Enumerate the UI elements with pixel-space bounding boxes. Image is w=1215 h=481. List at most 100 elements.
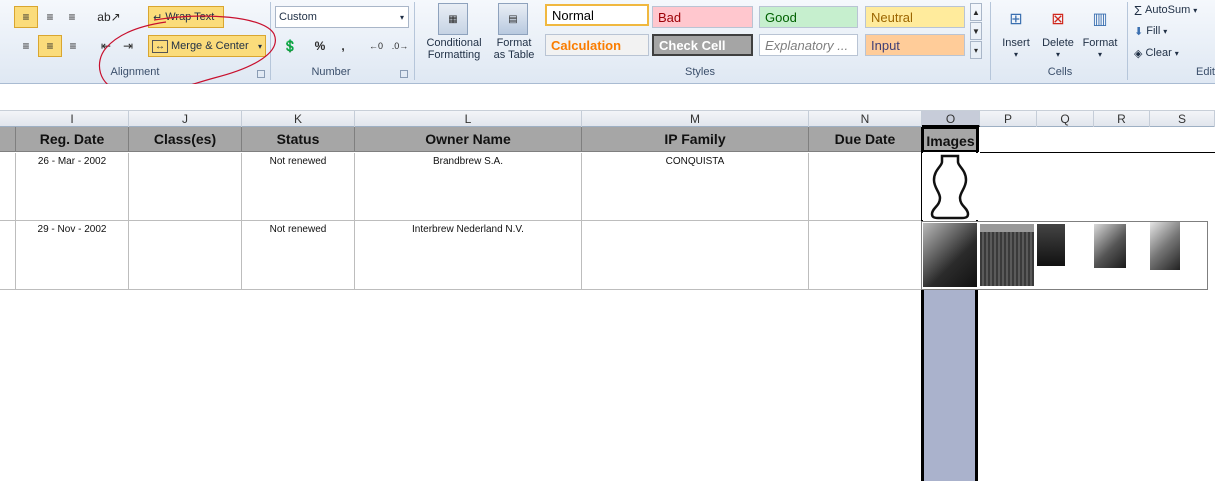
table-cell-classes[interactable] (129, 153, 242, 221)
table-cell-due-date[interactable] (809, 221, 922, 290)
header-cell[interactable]: Images (922, 127, 979, 152)
chevron-down-icon: ▾ (1013, 50, 1018, 59)
table-cell-status[interactable]: Not renewed (242, 221, 355, 290)
number-launcher-icon[interactable] (400, 70, 408, 78)
styles-group-label: Styles (685, 66, 715, 78)
column-header-r[interactable]: R (1094, 111, 1150, 127)
format-label: Format (1082, 37, 1118, 49)
format-button[interactable]: Format ▾ (1078, 37, 1122, 61)
chevron-down-icon: ▾ (1055, 50, 1060, 59)
decrease-decimal-icon[interactable]: .0→ (389, 36, 411, 56)
cell-style-3[interactable]: Neutral (865, 6, 965, 28)
clear-button[interactable]: ◈ Clear ▾ (1134, 45, 1179, 61)
formula-bar[interactable] (0, 84, 1215, 111)
column-header-j[interactable]: J (129, 111, 242, 127)
delete-label: Delete (1042, 37, 1074, 49)
column-header-p[interactable]: P (980, 111, 1037, 127)
conditional-formatting-icon[interactable]: ▦ (438, 3, 468, 35)
column-header-k[interactable]: K (242, 111, 355, 127)
table-cell-classes[interactable] (129, 221, 242, 290)
table-cell-due-date[interactable] (809, 153, 922, 221)
cooler-image-3[interactable] (1037, 224, 1065, 266)
table-cell[interactable] (0, 221, 16, 290)
table-cell-reg-date[interactable]: 26 - Mar - 2002 (16, 153, 129, 221)
delete-button[interactable]: Delete ▾ (1038, 37, 1078, 61)
cooler-image-2[interactable] (980, 224, 1034, 286)
format-as-table-icon[interactable]: ▤ (498, 3, 528, 35)
gallery-scroll-down-icon[interactable]: ▼ (970, 22, 982, 40)
conditional-formatting-button[interactable]: Conditional Formatting (418, 37, 490, 61)
header-cell[interactable]: Status (242, 127, 355, 152)
comma-button[interactable]: , (335, 36, 351, 56)
header-cell[interactable]: Due Date (809, 127, 922, 152)
align-top-icon[interactable]: ≡ (14, 6, 38, 28)
column-header-q[interactable]: Q (1037, 111, 1094, 127)
column-header-i[interactable]: I (16, 111, 129, 127)
column-header-l[interactable]: L (355, 111, 582, 127)
align-bottom-icon[interactable]: ≡ (62, 6, 82, 28)
cell-style-1[interactable]: Bad (652, 6, 753, 28)
autosum-label: AutoSum (1145, 4, 1191, 16)
cooler-image-1[interactable] (923, 223, 977, 287)
gallery-more-icon[interactable]: ▾ (970, 41, 982, 59)
chevron-down-icon: ▾ (1193, 5, 1198, 15)
insert-cells-icon[interactable]: ⊞ (1000, 4, 1032, 34)
currency-icon[interactable]: 💲 (277, 36, 303, 56)
bottle-image[interactable] (922, 153, 978, 220)
header-cell[interactable]: Class(es) (129, 127, 242, 152)
conditional-formatting-label-2: Formatting (427, 49, 481, 61)
align-middle-icon[interactable]: ≡ (40, 6, 60, 28)
gallery-scroll-up-icon[interactable]: ▲ (970, 3, 982, 21)
table-cell-owner[interactable]: Interbrew Nederland N.V. (355, 221, 582, 290)
chevron-down-icon: ▾ (1163, 26, 1168, 36)
table-cell-status[interactable]: Not renewed (242, 153, 355, 221)
table-cell-reg-date[interactable]: 29 - Nov - 2002 (16, 221, 129, 290)
divider (990, 2, 991, 80)
delete-cells-icon[interactable]: ⊠ (1042, 4, 1074, 34)
column-header-o[interactable]: O (922, 111, 980, 127)
cell-style-0[interactable]: Normal (545, 4, 649, 26)
fill-button[interactable]: ⬇ Fill ▾ (1134, 23, 1167, 39)
column-header-m[interactable]: M (582, 111, 809, 127)
table-cell[interactable] (0, 153, 16, 221)
cell-style-2[interactable]: Good (759, 6, 858, 28)
insert-button[interactable]: Insert ▾ (996, 37, 1036, 61)
format-as-table-label-2: as Table (493, 49, 535, 61)
column-header-n[interactable]: N (809, 111, 922, 127)
chevron-down-icon: ▾ (1097, 50, 1102, 59)
increase-decimal-icon[interactable]: ←0 (365, 36, 387, 56)
fill-label: Fill (1146, 25, 1161, 37)
cell-style-4[interactable]: Calculation (545, 34, 649, 56)
eraser-icon: ◈ (1134, 47, 1143, 60)
cell-style-5[interactable]: Check Cell (652, 34, 753, 56)
clear-label: Clear (1145, 47, 1172, 59)
table-cell-ip-family[interactable] (582, 221, 809, 290)
align-center-icon[interactable]: ≡ (38, 35, 62, 57)
format-as-table-button[interactable]: Format as Table (488, 37, 540, 61)
align-left-icon[interactable]: ≡ (16, 35, 36, 57)
format-cells-icon[interactable]: ▥ (1084, 4, 1116, 34)
header-cell[interactable]: IP Family (582, 127, 809, 152)
cells-group-label: Cells (1047, 66, 1073, 78)
number-group-label: Number (311, 66, 351, 78)
header-cell[interactable]: Reg. Date (16, 127, 129, 152)
align-right-icon[interactable]: ≡ (63, 35, 83, 57)
row-border (980, 152, 1215, 153)
table-cell-owner[interactable]: Brandbrew S.A. (355, 153, 582, 221)
selected-column-o[interactable] (921, 290, 978, 481)
chevron-down-icon: ▾ (1174, 48, 1179, 58)
conditional-formatting-label-1: Conditional (426, 37, 482, 49)
percent-button[interactable]: % (311, 36, 329, 56)
column-header-s[interactable]: S (1150, 111, 1215, 127)
header-cell-h[interactable] (0, 127, 16, 152)
header-cell[interactable]: Owner Name (355, 127, 582, 152)
autosum-button[interactable]: Σ AutoSum ▾ (1134, 2, 1197, 18)
cooler-image-5[interactable] (1150, 222, 1180, 270)
cooler-image-4[interactable] (1094, 224, 1126, 268)
cell-style-6[interactable]: Explanatory ... (759, 34, 858, 56)
divider (1127, 2, 1128, 80)
insert-label: Insert (1002, 37, 1030, 49)
number-format-select[interactable]: Custom ▾ (275, 6, 409, 28)
cell-style-7[interactable]: Input (865, 34, 965, 56)
table-cell-ip-family[interactable]: CONQUISTA (582, 153, 809, 221)
